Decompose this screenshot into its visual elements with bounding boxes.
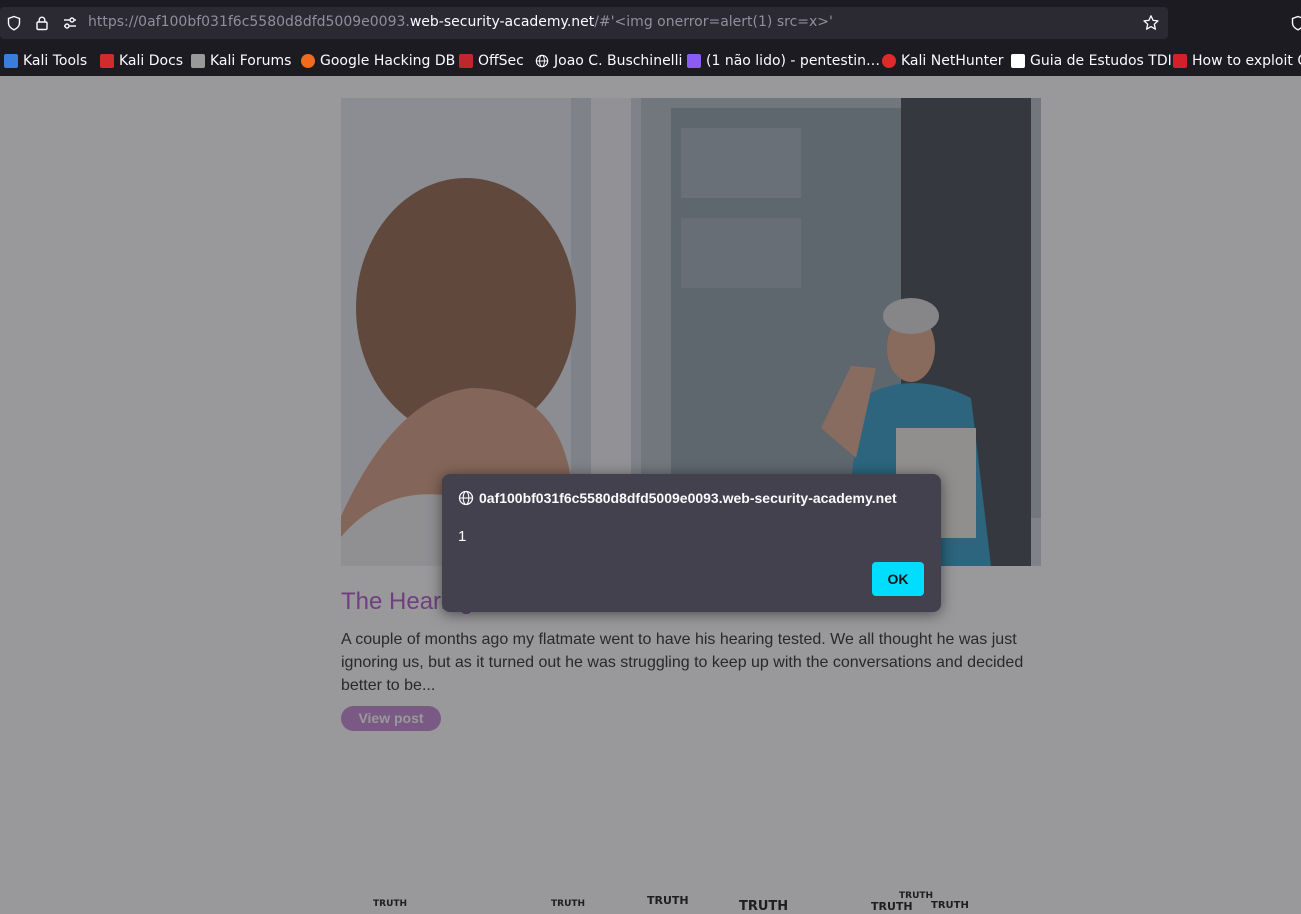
ok-button[interactable]: OK bbox=[872, 562, 924, 596]
kali-tools-icon bbox=[4, 54, 18, 68]
bookmark-label: Joao C. Buschinelli bbox=[554, 53, 683, 69]
bookmark-proton-mail[interactable]: (1 não lido) - pentestin… bbox=[687, 51, 880, 71]
globe-icon bbox=[458, 490, 474, 506]
bookmark-kali-nethunter[interactable]: Kali NetHunter bbox=[882, 51, 1003, 71]
bookmark-label: How to exploit C bbox=[1192, 53, 1301, 69]
bookmark-label: Kali Forums bbox=[210, 53, 292, 69]
url-suffix: /#'<img onerror=alert(1) src=x>' bbox=[594, 14, 833, 30]
url-text[interactable]: https://0af100bf031f6c5580d8dfd5009e0093… bbox=[88, 14, 833, 30]
bookmark-guia-tdi[interactable]: Guia de Estudos TDI bbox=[1011, 51, 1172, 71]
browser-toolbar: https://0af100bf031f6c5580d8dfd5009e0093… bbox=[0, 0, 1301, 46]
address-bar[interactable]: https://0af100bf031f6c5580d8dfd5009e0093… bbox=[0, 7, 1168, 39]
bookmark-offsec[interactable]: OffSec bbox=[459, 51, 524, 71]
extension-shield-icon[interactable] bbox=[1290, 15, 1301, 31]
bookmark-kali-docs[interactable]: Kali Docs bbox=[100, 51, 183, 71]
bookmark-label: Google Hacking DB bbox=[320, 53, 456, 69]
bookmarks-toolbar: Kali Tools Kali Docs Kali Forums Google … bbox=[0, 46, 1301, 76]
alert-dialog: 0af100bf031f6c5580d8dfd5009e0093.web-sec… bbox=[442, 474, 941, 612]
shield-icon[interactable] bbox=[6, 15, 22, 31]
bookmark-joao[interactable]: Joao C. Buschinelli bbox=[535, 51, 682, 71]
exploit-icon bbox=[1173, 54, 1187, 68]
bookmark-label: Kali Docs bbox=[119, 53, 184, 69]
bookmark-label: Kali NetHunter bbox=[901, 53, 1004, 69]
notion-icon bbox=[1011, 54, 1025, 68]
mail-icon bbox=[687, 54, 701, 68]
url-prefix: https://0af100bf031f6c5580d8dfd5009e0093… bbox=[88, 14, 410, 30]
bookmark-how-to-exploit[interactable]: How to exploit C bbox=[1173, 51, 1301, 71]
bookmark-label: Guia de Estudos TDI bbox=[1030, 53, 1172, 69]
bookmark-kali-forums[interactable]: Kali Forums bbox=[191, 51, 291, 71]
bookmark-label: Kali Tools bbox=[23, 53, 88, 69]
url-host: web-security-academy.net bbox=[409, 14, 595, 30]
kali-docs-icon bbox=[100, 54, 114, 68]
ghdb-icon bbox=[301, 54, 315, 68]
bookmark-label: OffSec bbox=[478, 53, 524, 69]
bookmark-kali-tools[interactable]: Kali Tools bbox=[4, 51, 87, 71]
dialog-origin: 0af100bf031f6c5580d8dfd5009e0093.web-sec… bbox=[479, 490, 897, 506]
lock-icon[interactable] bbox=[34, 15, 50, 31]
bookmark-label: (1 não lido) - pentestin… bbox=[706, 53, 880, 69]
dialog-message: 1 bbox=[458, 528, 467, 545]
offsec-icon bbox=[459, 54, 473, 68]
kali-forums-icon bbox=[191, 54, 205, 68]
globe-icon bbox=[535, 54, 549, 68]
nethunter-icon bbox=[882, 54, 896, 68]
bookmark-star-icon[interactable] bbox=[1142, 14, 1160, 32]
bookmark-google-hacking-db[interactable]: Google Hacking DB bbox=[301, 51, 455, 71]
permissions-icon[interactable] bbox=[62, 15, 78, 31]
